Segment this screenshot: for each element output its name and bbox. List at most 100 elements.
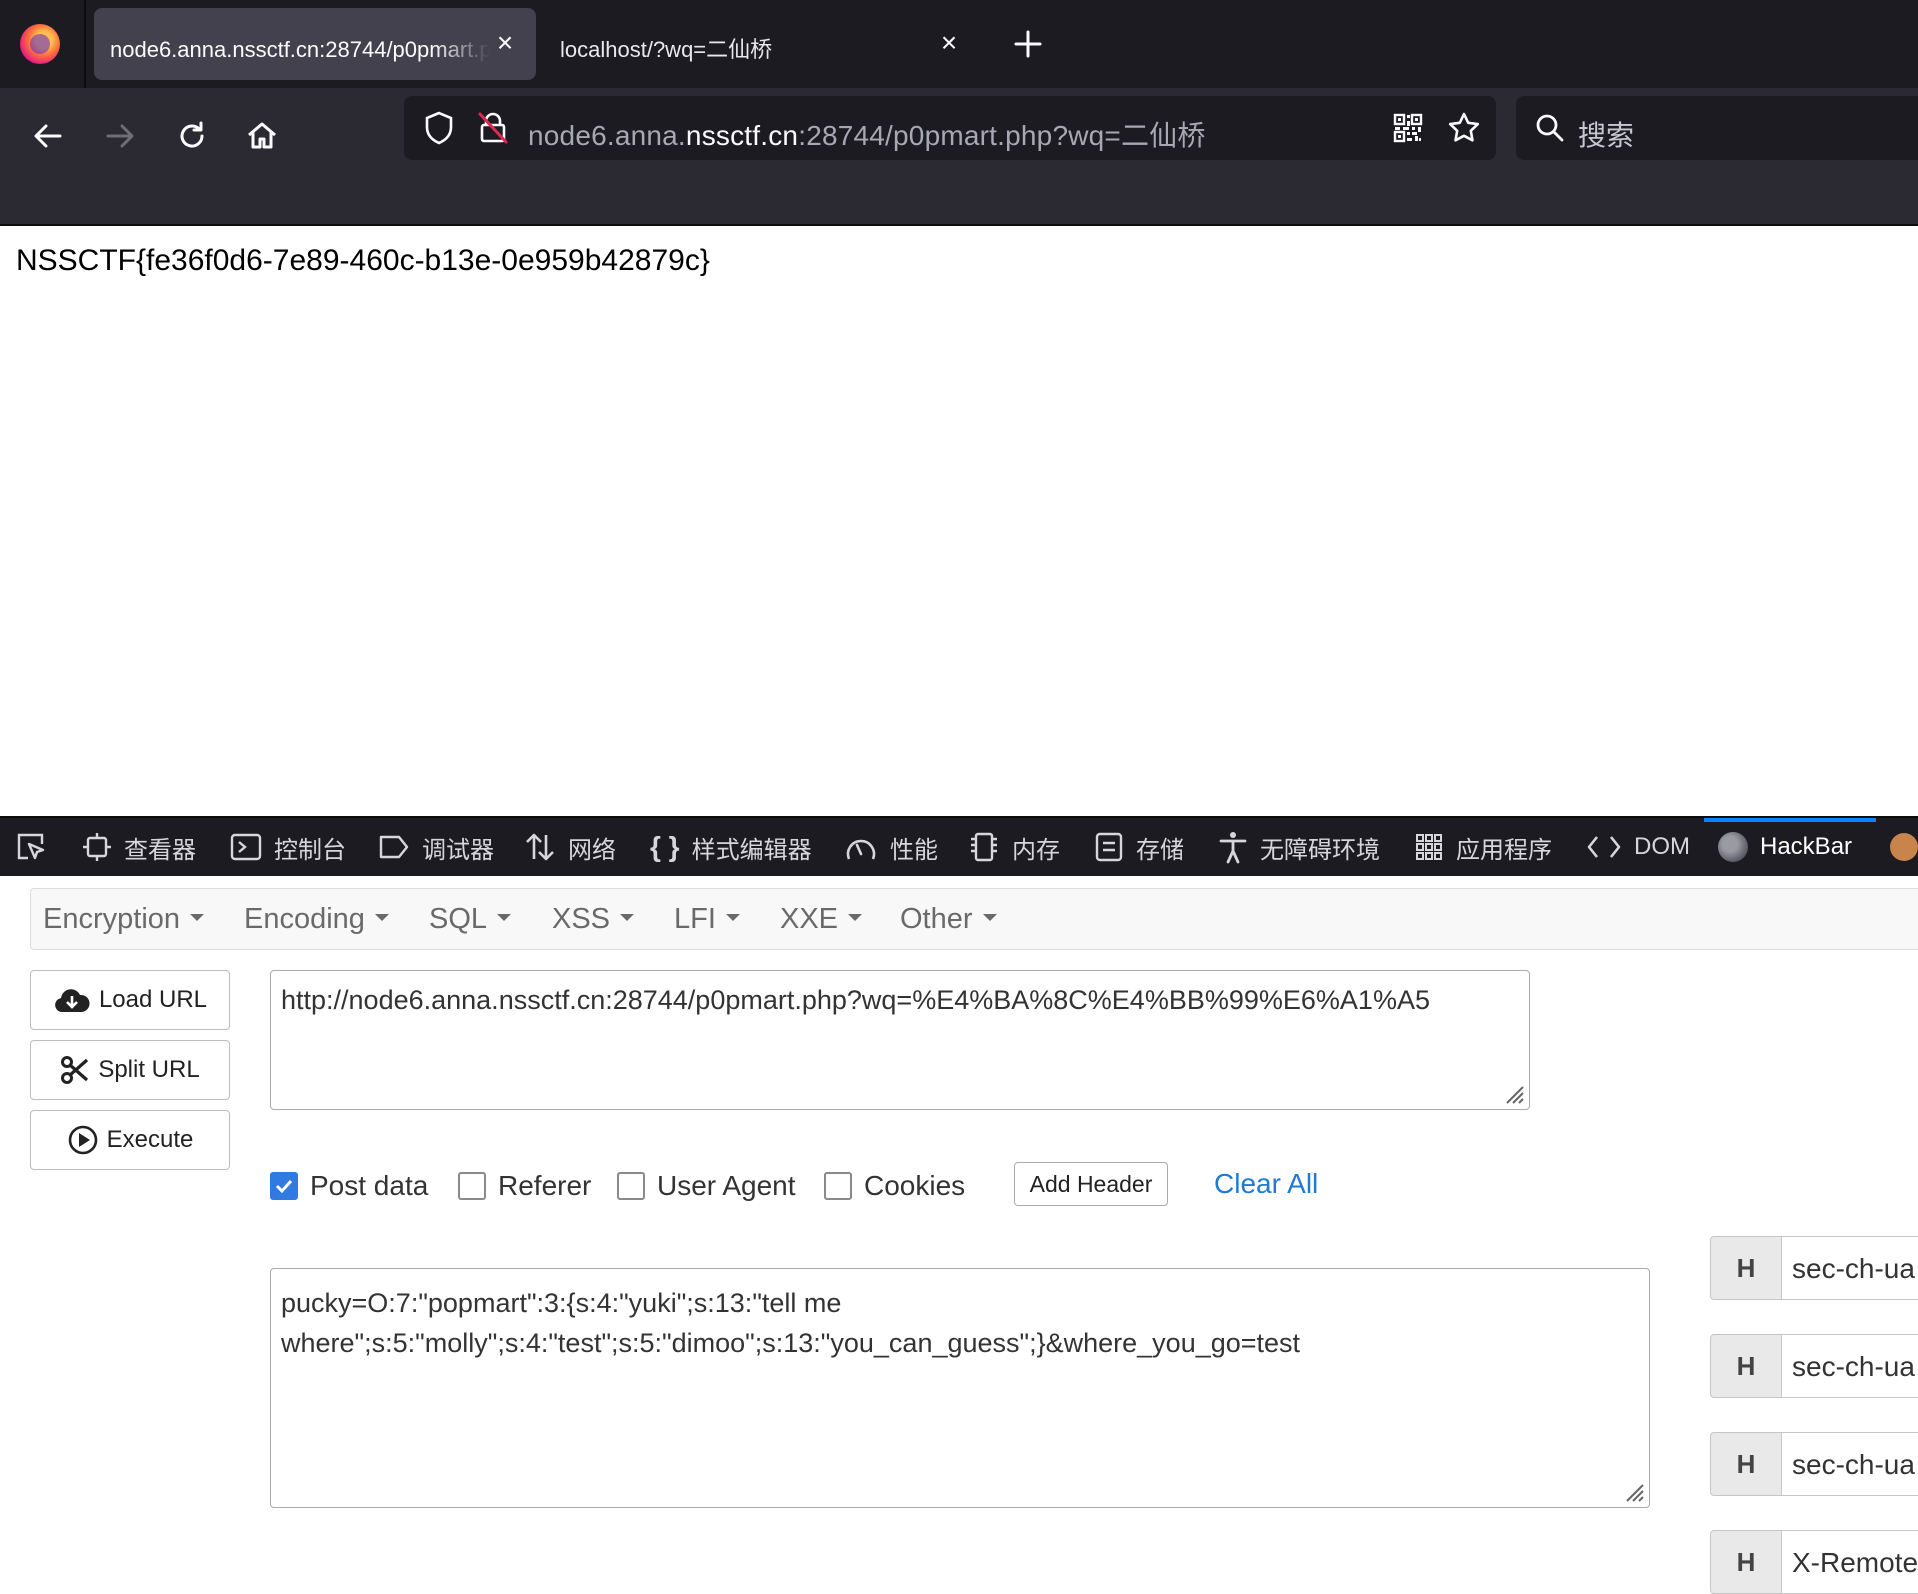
url-input[interactable]: http://node6.anna.nssctf.cn:28744/p0pmar… [270,970,1530,1110]
tab-dom-label: DOM [1634,833,1690,860]
header-row: H sec-ch-ua [1710,1432,1918,1496]
caret-down-icon [374,913,389,921]
menu-encoding-label: Encoding [244,903,365,935]
navigation-toolbar: node6.anna.nssctf.cn:28744/p0pmart.php?w… [0,88,1918,226]
tab-network[interactable]: 网络 [524,818,616,876]
resize-grip-icon[interactable] [1623,1481,1645,1503]
header-toggle-button[interactable]: H [1710,1334,1782,1398]
user-agent-label: User Agent [657,1170,796,1201]
split-url-button[interactable]: Split URL [30,1040,230,1100]
flag-text: NSSCTF{fe36f0d6-7e89-460c-b13e-0e959b428… [16,244,710,277]
caret-down-icon [620,913,635,921]
menu-xxe-label: XXE [780,903,839,935]
tab-debugger-label: 调试器 [422,836,494,864]
tab-separator [84,0,86,88]
menu-lfi-label: LFI [674,903,716,935]
cookie-icon[interactable] [1890,818,1918,876]
menu-encryption-label: Encryption [43,903,181,935]
header-value-input[interactable]: sec-ch-ua [1781,1236,1918,1300]
cookies-checkbox[interactable]: Cookies [824,1168,965,1204]
post-data-input[interactable]: pucky=O:7:"popmart":3:{s:4:"yuki";s:13:"… [270,1268,1650,1508]
caret-down-icon [190,913,205,921]
url-text[interactable]: node6.anna.nssctf.cn:28744/p0pmart.php?w… [528,114,1206,154]
tab-close-icon[interactable]: × [936,29,962,57]
tab-application[interactable]: 应用程序 [1414,818,1552,876]
new-tab-plus-icon[interactable] [1010,26,1046,62]
element-picker-icon[interactable] [14,818,60,876]
tracking-shield-icon[interactable] [422,110,456,151]
tab-hackbar[interactable]: HackBar [1718,818,1852,876]
user-agent-checkbox[interactable]: User Agent [617,1168,796,1204]
tab-inspector[interactable]: 查看器 [82,818,196,876]
header-value-input[interactable]: X-Remote [1781,1530,1918,1594]
execute-button[interactable]: Execute [30,1110,230,1170]
header-value-input[interactable]: sec-ch-ua [1781,1334,1918,1398]
menu-other[interactable]: Other [900,903,997,936]
header-toggle-button[interactable]: H [1710,1236,1782,1300]
accessibility-icon [1219,832,1247,864]
header-toggle-button[interactable]: H [1710,1432,1782,1496]
tab-performance[interactable]: 性能 [844,818,938,876]
active-tab-indicator [1704,818,1876,822]
menu-lfi[interactable]: LFI [674,903,740,936]
search-placeholder: 搜索 [1578,120,1635,151]
menu-encryption[interactable]: Encryption [43,903,205,936]
tab-memory[interactable]: 内存 [968,818,1060,876]
menu-encoding[interactable]: Encoding [244,903,389,936]
browser-tab-active[interactable]: node6.anna.nssctf.cn:28744/p0pmart.php?w… [94,8,536,80]
header-row: H sec-ch-ua [1710,1236,1918,1300]
tab-performance-label: 性能 [890,836,938,864]
header-row: H sec-ch-ua [1710,1334,1918,1398]
url-host: nssctf.cn [685,120,799,151]
menu-sql[interactable]: SQL [429,903,512,936]
play-circle-icon [68,1125,97,1155]
header-toggle-button[interactable]: H [1710,1530,1782,1594]
inspector-icon [83,833,111,861]
search-bar[interactable]: 搜索 [1516,96,1918,160]
load-url-button[interactable]: Load URL [30,970,230,1030]
tab-dom[interactable]: DOM [1586,818,1690,876]
tab-accessibility-label: 无障碍环境 [1260,836,1380,864]
tab-storage[interactable]: 存储 [1094,818,1184,876]
insecure-lock-icon[interactable] [476,110,510,151]
forward-arrow-icon[interactable] [96,112,144,160]
add-header-button[interactable]: Add Header [1014,1162,1168,1206]
execute-label: Execute [106,1126,194,1153]
tab-close-icon[interactable]: × [492,29,518,57]
resize-grip-icon[interactable] [1503,1083,1525,1105]
header-row: H X-Remote [1710,1530,1918,1594]
hackbar-menu: Encryption Encoding SQL XSS LFI XXE Othe… [30,888,1918,950]
clear-all-link[interactable]: Clear All [1214,1168,1318,1200]
post-data-checkbox[interactable]: Post data [270,1168,428,1204]
browser-tab[interactable]: localhost/?wq=二仙桥 × [540,8,980,80]
checkbox-icon[interactable] [617,1172,645,1200]
address-bar[interactable]: node6.anna.nssctf.cn:28744/p0pmart.php?w… [404,96,1496,160]
menu-other-label: Other [900,903,973,935]
caret-down-icon [725,913,740,921]
tab-console[interactable]: 控制台 [230,818,346,876]
back-arrow-icon[interactable] [24,112,72,160]
reload-icon[interactable] [168,112,216,160]
tab-accessibility[interactable]: 无障碍环境 [1218,818,1380,876]
scissors-icon [61,1056,89,1084]
page-content: NSSCTF{fe36f0d6-7e89-460c-b13e-0e959b428… [0,226,1918,816]
checkbox-checked-icon[interactable] [270,1172,298,1200]
split-url-label: Split URL [98,1056,200,1083]
menu-sql-label: SQL [429,903,488,935]
tab-debugger[interactable]: 调试器 [378,818,494,876]
home-icon[interactable] [238,112,286,160]
menu-xxe[interactable]: XXE [780,903,863,936]
firefox-logo-icon[interactable] [20,24,60,64]
referer-checkbox[interactable]: Referer [458,1168,591,1204]
menu-xss-label: XSS [552,903,611,935]
tab-network-label: 网络 [568,836,616,864]
checkbox-icon[interactable] [458,1172,486,1200]
qr-code-icon[interactable] [1392,112,1424,149]
devtools-toolbar: 查看器 控制台 调试器 网络 { } 样式编辑器 性能 内存 存储 无障碍环境 … [0,816,1918,876]
bookmark-star-icon[interactable] [1446,110,1482,151]
header-value-input[interactable]: sec-ch-ua [1781,1432,1918,1496]
tab-style-editor[interactable]: { } 样式编辑器 [650,818,812,876]
menu-xss[interactable]: XSS [552,903,635,936]
cloud-download-icon [55,989,90,1012]
checkbox-icon[interactable] [824,1172,852,1200]
